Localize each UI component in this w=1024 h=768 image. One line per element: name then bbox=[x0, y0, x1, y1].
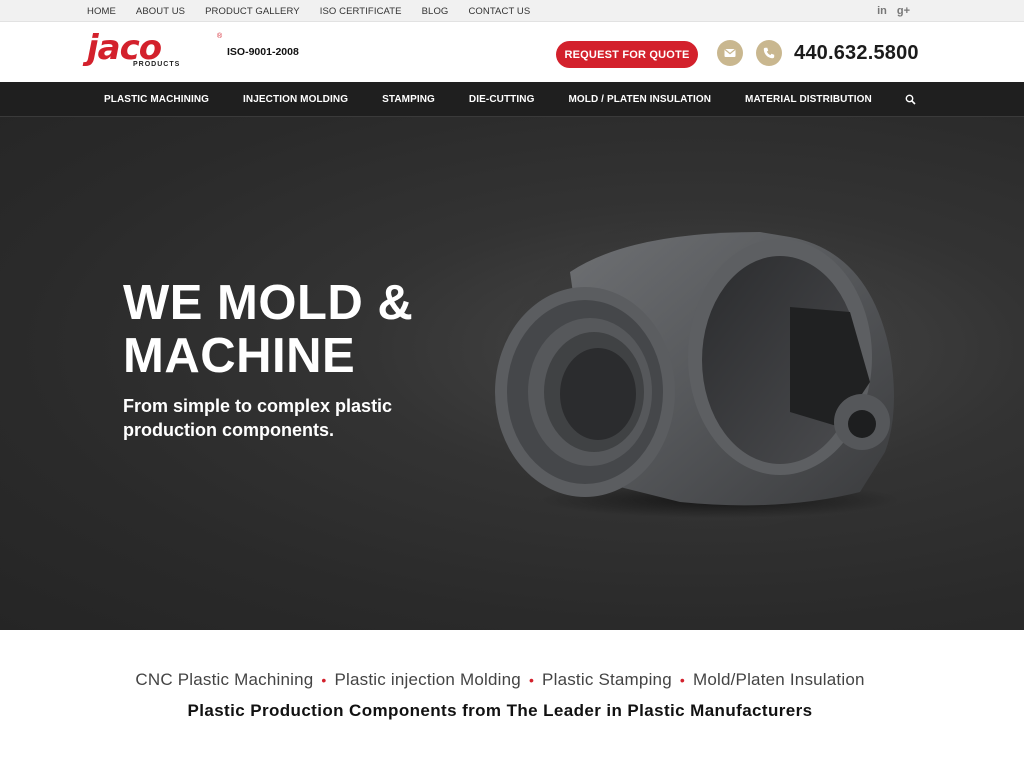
iso-certification-label: ISO-9001-2008 bbox=[227, 46, 299, 58]
top-nav-contact-us[interactable]: CONTACT US bbox=[468, 6, 530, 17]
main-navigation: PLASTIC MACHINING INJECTION MOLDING STAM… bbox=[0, 82, 1024, 117]
machined-plastic-part-image bbox=[495, 212, 910, 532]
services-subtitle: Plastic Production Components from The L… bbox=[187, 701, 813, 720]
top-nav-product-gallery[interactable]: PRODUCT GALLERY bbox=[205, 6, 300, 17]
top-nav-home[interactable]: HOME bbox=[87, 6, 116, 17]
hero-heading-line-1: WE MOLD & bbox=[123, 276, 414, 330]
service-plastic-stamping[interactable]: Plastic Stamping bbox=[542, 670, 672, 689]
logo-wordmark: jaco bbox=[87, 28, 162, 68]
request-quote-button[interactable]: REQUEST FOR QUOTE bbox=[556, 41, 698, 68]
top-nav-about-us[interactable]: ABOUT US bbox=[136, 6, 185, 17]
service-cnc-plastic-machining[interactable]: CNC Plastic Machining bbox=[135, 670, 313, 689]
hero-heading: WE MOLD & MACHINE bbox=[123, 277, 483, 383]
nav-mold-platen-insulation[interactable]: MOLD / PLATEN INSULATION bbox=[568, 94, 711, 105]
nav-die-cutting[interactable]: DIE-CUTTING bbox=[469, 94, 535, 105]
separator-dot: • bbox=[528, 672, 535, 688]
services-tagline: CNC Plastic Machining • Plastic injection … bbox=[0, 630, 1024, 768]
top-nav-blog[interactable]: BLOG bbox=[422, 6, 449, 17]
jaco-logo[interactable]: jaco ® PRODUCTS bbox=[87, 31, 227, 71]
hero-heading-line-2: MACHINE bbox=[123, 329, 356, 383]
nav-injection-molding[interactable]: INJECTION MOLDING bbox=[243, 94, 348, 105]
social-links: in g+ bbox=[877, 0, 910, 22]
site-header: jaco ® PRODUCTS ISO-9001-2008 REQUEST FO… bbox=[0, 22, 1024, 82]
logo-registered-mark: ® bbox=[217, 33, 223, 40]
logo-subtitle: PRODUCTS bbox=[133, 61, 181, 68]
nav-stamping[interactable]: STAMPING bbox=[382, 94, 435, 105]
phone-number[interactable]: 440.632.5800 bbox=[794, 42, 919, 65]
nav-plastic-machining[interactable]: PLASTIC MACHINING bbox=[104, 94, 209, 105]
hero-banner: WE MOLD & MACHINE From simple to complex… bbox=[0, 117, 1024, 630]
top-nav: HOME ABOUT US PRODUCT GALLERY ISO CERTIF… bbox=[87, 0, 550, 22]
service-mold-platen-insulation[interactable]: Mold/Platen Insulation bbox=[693, 670, 865, 689]
hero-subheading: From simple to complex plastic productio… bbox=[123, 396, 393, 440]
google-plus-icon[interactable]: g+ bbox=[897, 5, 910, 17]
nav-material-distribution[interactable]: MATERIAL DISTRIBUTION bbox=[745, 94, 872, 105]
services-list: CNC Plastic Machining • Plastic injection … bbox=[0, 670, 1000, 690]
service-plastic-injection-molding[interactable]: Plastic injection Molding bbox=[335, 670, 521, 689]
email-icon[interactable] bbox=[717, 40, 743, 66]
phone-icon[interactable] bbox=[756, 40, 782, 66]
separator-dot: • bbox=[321, 672, 327, 688]
top-utility-bar: HOME ABOUT US PRODUCT GALLERY ISO CERTIF… bbox=[0, 0, 1024, 22]
main-nav-items: PLASTIC MACHINING INJECTION MOLDING STAM… bbox=[104, 82, 906, 117]
linkedin-icon[interactable]: in bbox=[877, 5, 887, 17]
separator-dot: • bbox=[679, 672, 685, 688]
search-icon[interactable] bbox=[905, 94, 916, 105]
top-nav-iso-certificate[interactable]: ISO CERTIFICATE bbox=[320, 6, 402, 17]
